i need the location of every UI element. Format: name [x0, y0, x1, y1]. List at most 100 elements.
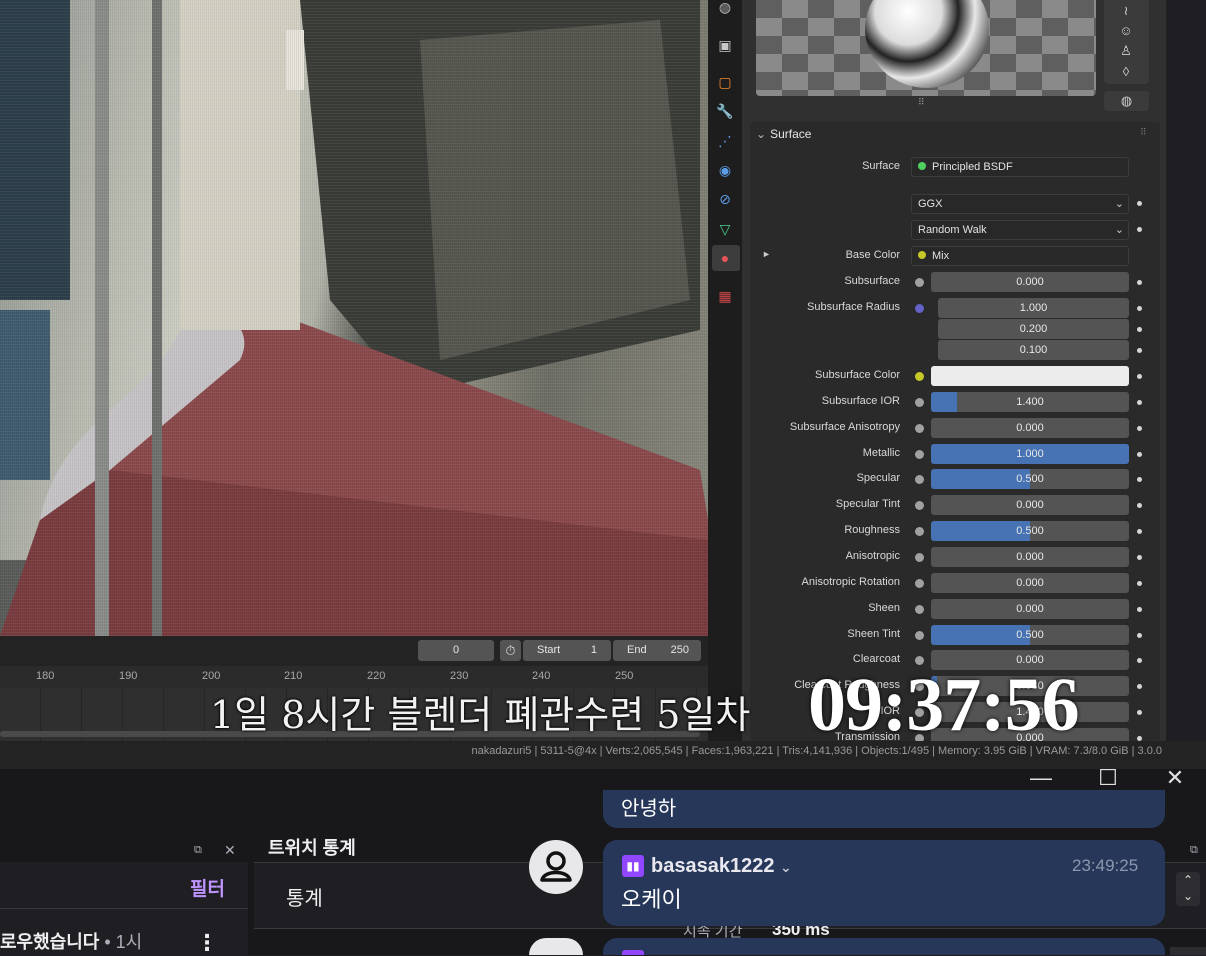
- slider-field[interactable]: 0.000: [931, 599, 1129, 619]
- texture-tab-icon[interactable]: ▦: [716, 287, 734, 305]
- surface-section-header[interactable]: ⌄ Surface: [756, 127, 811, 141]
- socket-icon[interactable]: [915, 553, 924, 562]
- avatar[interactable]: [529, 840, 583, 894]
- modifier-tab-icon[interactable]: 🔧: [716, 102, 734, 120]
- twitch-icon: ▮▮: [622, 855, 644, 877]
- slider-field[interactable]: 0.500: [931, 469, 1129, 489]
- keyframe-dot[interactable]: [1137, 201, 1142, 206]
- socket-icon[interactable]: [915, 304, 924, 313]
- keyframe-dot[interactable]: [1137, 348, 1142, 353]
- socket-icon[interactable]: [915, 278, 924, 287]
- chat-username[interactable]: basasak1222 ⌄: [651, 855, 792, 878]
- preview-hair-icon[interactable]: ≀: [1118, 3, 1134, 19]
- keyframe-dot[interactable]: [1137, 280, 1142, 285]
- keyframe-dot[interactable]: [1137, 452, 1142, 457]
- preview-monkey-icon[interactable]: ☺: [1118, 23, 1134, 38]
- socket-icon[interactable]: [915, 372, 924, 381]
- slider-field[interactable]: 0.100: [938, 340, 1129, 360]
- preview-cloth-icon[interactable]: ♙: [1118, 43, 1134, 59]
- popout-icon[interactable]: ⧉: [194, 844, 202, 857]
- keyframe-dot[interactable]: [1137, 503, 1142, 508]
- keyframe-dot[interactable]: [1137, 555, 1142, 560]
- data-tab-icon[interactable]: ▽: [716, 220, 734, 238]
- timeline-tick: 210: [284, 670, 303, 682]
- slider-field[interactable]: 1.000: [938, 298, 1129, 318]
- distribution-dropdown[interactable]: GGX ⌄: [911, 194, 1129, 214]
- popout-icon[interactable]: ⧉: [1190, 844, 1198, 857]
- stepper-icon[interactable]: ⌃ ⌄: [1176, 872, 1200, 906]
- current-frame-field[interactable]: 0: [418, 640, 494, 661]
- more-options-icon[interactable]: ⋮: [196, 930, 218, 956]
- render-viewport[interactable]: [0, 0, 708, 636]
- socket-icon[interactable]: [915, 527, 924, 536]
- activity-item[interactable]: 로우했습니다 • 1시: [0, 928, 142, 954]
- keyframe-dot[interactable]: [1137, 581, 1142, 586]
- collection-tab-icon[interactable]: ▣: [716, 36, 734, 54]
- end-frame-field[interactable]: End 250: [613, 640, 701, 661]
- property-label: Roughness: [844, 524, 900, 536]
- keyframe-dot[interactable]: [1137, 227, 1142, 232]
- keyframe-dot[interactable]: [1137, 633, 1142, 638]
- preview-world-icon[interactable]: ◍: [1104, 91, 1149, 111]
- socket-icon[interactable]: [915, 605, 924, 614]
- slider-field[interactable]: 0.000: [931, 547, 1129, 567]
- slider-field[interactable]: 1.400: [931, 392, 1129, 412]
- end-label: End: [627, 644, 647, 656]
- keyframe-dot[interactable]: [1137, 374, 1142, 379]
- constraints-tab-icon[interactable]: ⊘: [716, 190, 734, 208]
- linked-input-field[interactable]: Mix: [911, 246, 1129, 266]
- section-drag-handle-icon[interactable]: ⠿: [1140, 127, 1147, 138]
- color-swatch[interactable]: [931, 366, 1129, 386]
- filter-button[interactable]: 필터: [190, 874, 225, 901]
- preview-fluid-icon[interactable]: ◊: [1118, 64, 1134, 79]
- keyframe-dot[interactable]: [1137, 477, 1142, 482]
- close-icon[interactable]: ✕: [224, 842, 236, 859]
- slider-field[interactable]: 0.000: [931, 418, 1129, 438]
- close-button[interactable]: ✕: [1160, 764, 1190, 792]
- keyframe-dot[interactable]: [1137, 684, 1142, 689]
- input-edge: [1170, 947, 1206, 955]
- slider-field[interactable]: 0.000: [931, 272, 1129, 292]
- keyframe-dot[interactable]: [1137, 426, 1142, 431]
- keyframe-dot[interactable]: [1137, 607, 1142, 612]
- preview-drag-handle-icon[interactable]: ⠿: [918, 97, 925, 108]
- chat-message-text: 오케이: [621, 887, 682, 912]
- socket-icon[interactable]: [915, 579, 924, 588]
- socket-icon[interactable]: [915, 631, 924, 640]
- start-frame-field[interactable]: Start 1: [523, 640, 611, 661]
- expand-icon[interactable]: ►: [762, 249, 771, 259]
- minimize-button[interactable]: —: [1026, 764, 1056, 792]
- keyframe-dot[interactable]: [1137, 529, 1142, 534]
- material-tab-icon[interactable]: ●: [716, 249, 734, 267]
- physics-tab-icon[interactable]: ◉: [716, 161, 734, 179]
- keyframe-dot[interactable]: [1137, 710, 1142, 715]
- twitch-icon: [622, 950, 644, 955]
- keyframe-dot[interactable]: [1137, 306, 1142, 311]
- end-value: 250: [670, 644, 689, 656]
- slider-field[interactable]: 0.200: [938, 319, 1129, 339]
- socket-icon[interactable]: [915, 450, 924, 459]
- keyframe-dot[interactable]: [1137, 400, 1142, 405]
- maximize-button[interactable]: ☐: [1093, 764, 1123, 792]
- surface-shader-field[interactable]: Principled BSDF: [911, 157, 1129, 177]
- avatar[interactable]: [529, 938, 583, 955]
- slider-field[interactable]: 0.500: [931, 625, 1129, 645]
- stopwatch-icon[interactable]: ⏱: [500, 640, 521, 661]
- socket-icon[interactable]: [915, 475, 924, 484]
- keyframe-dot[interactable]: [1137, 658, 1142, 663]
- timeline-tick: 190: [119, 670, 138, 682]
- slider-field[interactable]: 0.500: [931, 521, 1129, 541]
- object-tab-icon[interactable]: ▢: [716, 73, 734, 91]
- twitch-stats-tab[interactable]: 트위치 통계: [268, 834, 356, 864]
- socket-icon[interactable]: [915, 424, 924, 433]
- slider-field[interactable]: 1.000: [931, 444, 1129, 464]
- slider-field[interactable]: 0.000: [931, 495, 1129, 515]
- timeline-tick: 230: [450, 670, 469, 682]
- world-tab-icon[interactable]: ◍: [716, 0, 734, 16]
- socket-icon[interactable]: [915, 501, 924, 510]
- particles-tab-icon[interactable]: ⋰: [716, 132, 734, 150]
- keyframe-dot[interactable]: [1137, 327, 1142, 332]
- subsurface-method-dropdown[interactable]: Random Walk ⌄: [911, 220, 1129, 240]
- socket-icon[interactable]: [915, 398, 924, 407]
- slider-field[interactable]: 0.000: [931, 573, 1129, 593]
